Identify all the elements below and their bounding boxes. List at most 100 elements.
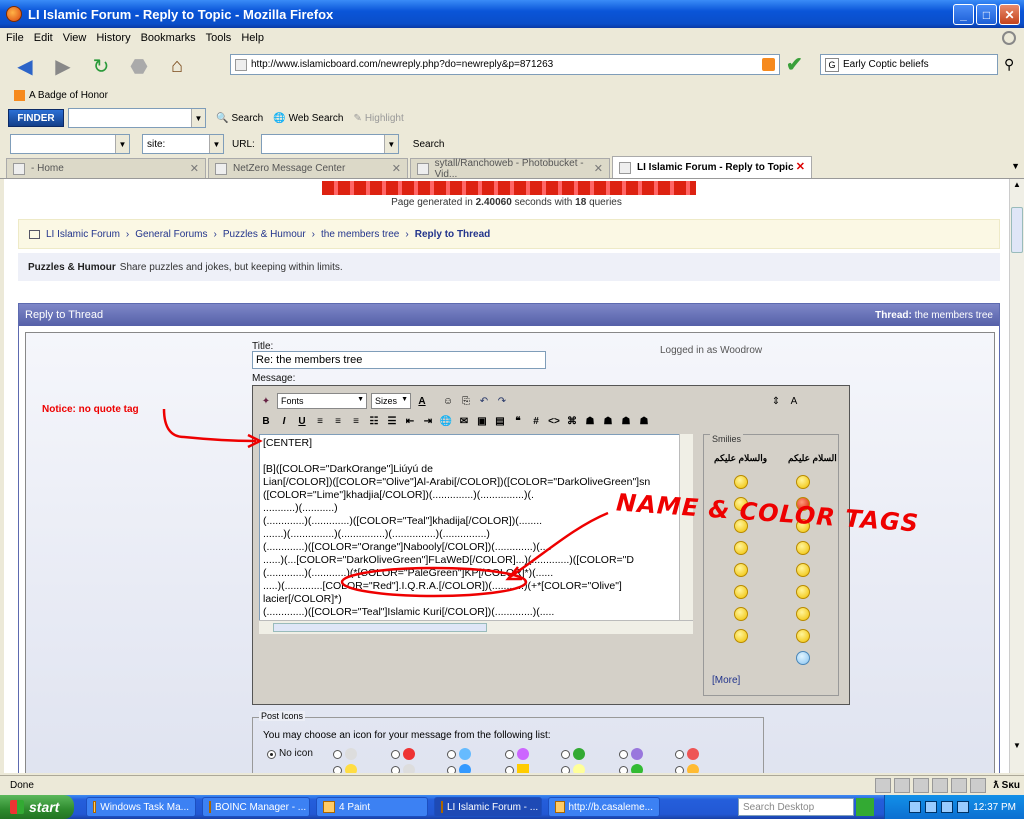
font-size-icon[interactable]: A	[787, 394, 801, 408]
addon-icon[interactable]	[951, 778, 968, 793]
tray-icon[interactable]	[909, 801, 922, 813]
maximize-button[interactable]: □	[976, 4, 997, 25]
addon-icon[interactable]	[970, 778, 987, 793]
forum-home-icon[interactable]	[29, 229, 40, 239]
italic-icon[interactable]: I	[277, 414, 291, 428]
menu-bookmarks[interactable]: Bookmarks	[141, 32, 196, 44]
task-islamic-forum[interactable]: LI Islamic Forum - ...	[434, 797, 542, 817]
smilie-icon[interactable]	[734, 629, 748, 643]
tray-icon[interactable]	[941, 801, 954, 813]
switch-mode-icon[interactable]: ✦	[259, 394, 273, 408]
thread-name[interactable]: the members tree	[915, 310, 993, 321]
bold-icon[interactable]: B	[259, 414, 273, 428]
username[interactable]: Woodrow	[720, 345, 762, 356]
breadcrumb-link[interactable]: LI Islamic Forum	[46, 229, 120, 240]
php-icon[interactable]: ⌘	[565, 414, 579, 428]
image-icon[interactable]: ▣	[475, 414, 489, 428]
smilie-icon[interactable]	[734, 607, 748, 621]
scroll-thumb[interactable]	[1011, 207, 1023, 253]
menu-view[interactable]: View	[63, 32, 87, 44]
post-icon-radio[interactable]	[505, 766, 514, 773]
tab-netzero[interactable]: NetZero Message Center ✕	[208, 158, 408, 178]
menu-tools[interactable]: Tools	[206, 32, 232, 44]
forward-icon[interactable]: ▶	[48, 53, 78, 79]
desktop-search-input[interactable]: Search Desktop	[738, 798, 854, 816]
video-icon[interactable]: ▤	[493, 414, 507, 428]
quote-icon[interactable]: ❝	[511, 414, 525, 428]
close-tab-icon[interactable]: ✕	[594, 162, 603, 175]
finder-category-combo[interactable]: ▼	[10, 134, 130, 154]
email-link-icon[interactable]: ✉	[457, 414, 471, 428]
post-icon-radio[interactable]	[447, 750, 456, 759]
arabic-salam-1[interactable]: والسلام عليكم	[714, 453, 767, 464]
message-textarea[interactable]: [CENTER] [B]([COLOR="DarkOrange"]Liúyú d…	[259, 434, 693, 634]
smilie-icon[interactable]	[796, 541, 810, 555]
close-window-button[interactable]: ✕	[999, 4, 1020, 25]
ordered-list-icon[interactable]: ☷	[367, 414, 381, 428]
page-vscroll[interactable]: ▲ ▼	[1009, 179, 1024, 773]
breadcrumb-link[interactable]: the members tree	[321, 229, 399, 240]
breadcrumb-link[interactable]: General Forums	[135, 229, 207, 240]
finder-search-button[interactable]: 🔍 Search	[216, 113, 263, 124]
tab-list-icon[interactable]: ▼	[1011, 161, 1020, 171]
smilie-icon[interactable]	[796, 585, 810, 599]
scroll-up-icon[interactable]: ▲	[1011, 180, 1023, 194]
locale-indicator[interactable]: ƛ Sĸu	[993, 780, 1020, 791]
menu-history[interactable]: History	[96, 32, 130, 44]
font-select[interactable]: Fonts ▼	[277, 393, 367, 409]
text-color-icon[interactable]: A	[415, 394, 429, 408]
post-icon-radio[interactable]	[333, 750, 342, 759]
outdent-icon[interactable]: ⇤	[403, 414, 417, 428]
align-left-icon[interactable]: ≡	[313, 414, 327, 428]
desktop-search-go-icon[interactable]	[856, 798, 874, 816]
smilie-icon[interactable]	[734, 585, 748, 599]
undo-icon[interactable]: ↶	[477, 394, 491, 408]
post-icon-radio[interactable]	[619, 750, 628, 759]
post-icon-radio[interactable]	[333, 766, 342, 773]
menu-edit[interactable]: Edit	[34, 32, 53, 44]
more-smilies-link[interactable]: [More]	[712, 675, 740, 686]
textarea-vscroll[interactable]	[679, 434, 693, 620]
finder-search-btn[interactable]: Search	[409, 137, 449, 152]
tab-home[interactable]: - Home ✕	[6, 158, 206, 178]
tray-icon[interactable]	[957, 801, 970, 813]
scroll-down-icon[interactable]: ▼	[1011, 741, 1023, 755]
link-icon[interactable]: 🌐	[439, 414, 453, 428]
smilie-icon[interactable]	[734, 563, 748, 577]
smilie-icon[interactable]	[796, 563, 810, 577]
rss-icon[interactable]	[762, 58, 775, 71]
size-select[interactable]: Sizes ▼	[371, 393, 411, 409]
tab-islamic-forum[interactable]: LI Islamic Forum - Reply to Topic ✕	[612, 156, 812, 178]
close-tab-icon[interactable]: ✕	[190, 162, 199, 175]
smilie-icon[interactable]	[796, 651, 810, 665]
post-icon-radio[interactable]	[675, 766, 684, 773]
arabic-salam-2[interactable]: السلام عليكم	[788, 453, 837, 464]
post-icon-radio[interactable]	[561, 750, 570, 759]
tab-photobucket[interactable]: sytall/Ranchoweb - Photobucket - Vid... ✕	[410, 158, 610, 180]
task-casaleme[interactable]: http://b.casaleme...	[548, 797, 660, 817]
url-combo[interactable]: ▼	[260, 134, 399, 154]
html-icon[interactable]: <>	[547, 414, 561, 428]
unordered-list-icon[interactable]: ☰	[385, 414, 399, 428]
title-input[interactable]: Re: the members tree	[252, 351, 546, 369]
close-tab-icon[interactable]: ✕	[796, 160, 805, 173]
web-search-button[interactable]: 🌐 Web Search	[273, 113, 343, 124]
minimize-button[interactable]: _	[953, 4, 974, 25]
back-icon[interactable]: ◀	[10, 53, 40, 79]
search-input[interactable]: G Early Coptic beliefs	[820, 54, 998, 75]
underline-icon[interactable]: U	[295, 414, 309, 428]
stop-icon[interactable]: ⬣	[124, 53, 154, 79]
breadcrumb-link[interactable]: Puzzles & Humour	[223, 229, 306, 240]
lock-icon[interactable]	[875, 778, 892, 793]
addon-icon[interactable]	[932, 778, 949, 793]
bookmark-badge-of-honor[interactable]: A Badge of Honor	[29, 90, 108, 101]
resize-icon[interactable]: ⇕	[769, 394, 783, 408]
post-icon-radio[interactable]	[561, 766, 570, 773]
indent-icon[interactable]: ⇥	[421, 414, 435, 428]
smilie-icon[interactable]	[734, 541, 748, 555]
custom-tag-icon[interactable]: ☗	[637, 414, 651, 428]
go-check-icon[interactable]: ✔	[786, 52, 803, 77]
post-icon-radio[interactable]	[391, 766, 400, 773]
smilie-icon[interactable]	[796, 607, 810, 621]
smilie-menu-icon[interactable]: ☺	[441, 394, 455, 408]
